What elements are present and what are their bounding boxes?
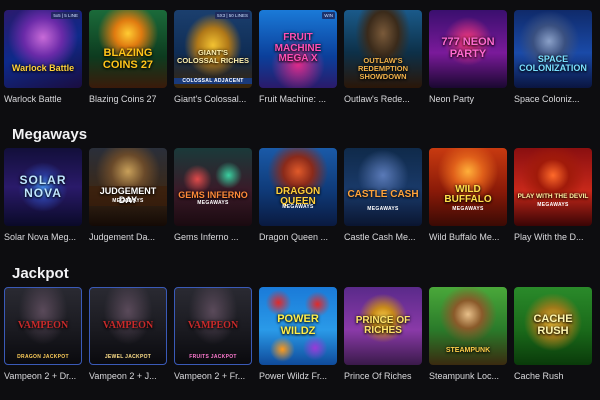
game-subtitle: MEGAWAYS [112,198,144,204]
game-card-giants-colossal-riches[interactable]: 5X3 | 50 LINES GIANT'S COLOSSAL RICHES C… [174,10,252,104]
game-title[interactable]: Prince Of Riches [344,371,422,381]
game-title[interactable]: Neon Party [429,94,507,104]
game-card-dragon-queen[interactable]: DRAGON QUEEN MEGAWAYS Dragon Queen ... [259,148,337,242]
game-subtitle: JEWEL JACKPOT [104,354,152,360]
games-row-jackpot: VAMPEON DRAGON JACKPOT Vampeon 2 + Dr...… [4,287,592,381]
game-thumbnail[interactable]: VAMPEON DRAGON JACKPOT [4,287,82,365]
game-badge: 5X3 | 50 LINES [215,12,250,19]
game-title[interactable]: Outlaw's Rede... [344,94,422,104]
game-card-play-with-the-devil[interactable]: PLAY WITH THE DEVIL MEGAWAYS Play With t… [514,148,592,242]
game-logo: VAMPEON [187,319,239,331]
game-title[interactable]: Warlock Battle [4,94,82,104]
game-title[interactable]: Blazing Coins 27 [89,94,167,104]
game-logo: BLAZING COINS 27 [102,47,154,71]
game-title[interactable]: Fruit Machine: ... [259,94,337,104]
game-title[interactable]: Dragon Queen ... [259,232,337,242]
game-subtitle: MEGAWAYS [197,200,229,206]
game-card-space-colonization[interactable]: SPACE COLONIZATION Space Coloniz... [514,10,592,104]
game-title[interactable]: Space Coloniz... [514,94,592,104]
game-title[interactable]: Vampeon 2 + Dr... [4,371,82,381]
game-thumbnail[interactable]: VAMPEON JEWEL JACKPOT [89,287,167,365]
game-logo: FRUIT MACHINE MEGA X [274,32,322,65]
game-logo: VAMPEON [102,319,154,331]
game-card-steampunk[interactable]: STEAMPUNK Steampunk Loc... [429,287,507,381]
game-logo: GIANT'S COLOSSAL RICHES [177,48,249,65]
game-card-vampeon-dragon[interactable]: VAMPEON DRAGON JACKPOT Vampeon 2 + Dr... [4,287,82,381]
game-title[interactable]: Power Wildz Fr... [259,371,337,381]
game-logo: Warlock Battle [11,63,75,74]
game-logo: 777 NEON PARTY [441,36,495,60]
game-card-castle-cash[interactable]: CASTLE CASH MEGAWAYS Castle Cash Me... [344,148,422,242]
game-title[interactable]: Gems Inferno ... [174,232,252,242]
game-logo: WILD BUFFALO [444,183,492,205]
game-thumbnail[interactable]: CASTLE CASH MEGAWAYS [344,148,422,226]
game-card-gems-inferno[interactable]: GEMS INFERNO MEGAWAYS Gems Inferno ... [174,148,252,242]
game-title[interactable]: Giant's Colossal... [174,94,252,104]
game-thumbnail[interactable]: 5x5 | 5 LINE Warlock Battle [4,10,82,88]
game-title[interactable]: Steampunk Loc... [429,371,507,381]
game-thumbnail[interactable]: STEAMPUNK [429,287,507,365]
game-logo: POWER WILDZ [277,313,319,337]
game-thumbnail[interactable]: SOLAR NOVA [4,148,82,226]
game-thumbnail[interactable]: CACHE RUSH [514,287,592,365]
game-subtitle: MEGAWAYS [452,206,484,212]
game-logo: CACHE RUSH [533,313,573,337]
game-subtitle: MEGAWAYS [537,202,569,208]
game-title[interactable]: Cache Rush [514,371,592,381]
game-logo: PRINCE OF RICHES [355,314,411,336]
game-thumbnail[interactable]: 5X3 | 50 LINES GIANT'S COLOSSAL RICHES C… [174,10,252,88]
game-card-warlock-battle[interactable]: 5x5 | 5 LINE Warlock Battle Warlock Batt… [4,10,82,104]
game-title[interactable]: Vampeon 2 + Fr... [174,371,252,381]
game-thumbnail[interactable]: 777 NEON PARTY [429,10,507,88]
game-card-vampeon-jewel[interactable]: VAMPEON JEWEL JACKPOT Vampeon 2 + J... [89,287,167,381]
game-badge: WIN [322,12,335,19]
game-thumbnail[interactable]: WIN FRUIT MACHINE MEGA X [259,10,337,88]
game-thumbnail[interactable]: BLAZING COINS 27 [89,10,167,88]
game-card-blazing-coins-27[interactable]: BLAZING COINS 27 Blazing Coins 27 [89,10,167,104]
game-thumbnail[interactable]: VAMPEON FRUITS JACKPOT [174,287,252,365]
game-card-fruit-machine[interactable]: WIN FRUIT MACHINE MEGA X Fruit Machine: … [259,10,337,104]
games-row-1: 5x5 | 5 LINE Warlock Battle Warlock Batt… [4,10,592,104]
game-title[interactable]: Play With the D... [514,232,592,242]
game-title[interactable]: Solar Nova Meg... [4,232,82,242]
game-thumbnail[interactable]: GEMS INFERNO MEGAWAYS [174,148,252,226]
game-subtitle: DRAGON JACKPOT [17,354,69,360]
game-badge: 5x5 | 5 LINE [51,12,80,19]
game-thumbnail[interactable]: SPACE COLONIZATION [514,10,592,88]
game-title[interactable]: Wild Buffalo Me... [429,232,507,242]
game-thumbnail[interactable]: OUTLAW'S REDEMPTION SHOWDOWN [344,10,422,88]
game-card-outlaws-redemption[interactable]: OUTLAW'S REDEMPTION SHOWDOWN Outlaw's Re… [344,10,422,104]
game-logo: PLAY WITH THE DEVIL [517,192,589,200]
game-thumbnail[interactable]: PLAY WITH THE DEVIL MEGAWAYS [514,148,592,226]
game-subtitle: MEGAWAYS [367,206,399,212]
game-logo: SPACE COLONIZATION [519,53,587,73]
game-logo: STEAMPUNK [445,347,491,355]
game-subtitle: FRUITS JACKPOT [189,354,237,360]
game-card-power-wildz[interactable]: POWER WILDZ Power Wildz Fr... [259,287,337,381]
game-title[interactable]: Vampeon 2 + J... [89,371,167,381]
game-title[interactable]: Castle Cash Me... [344,232,422,242]
game-thumbnail[interactable]: POWER WILDZ [259,287,337,365]
game-logo: CASTLE CASH [347,188,419,200]
game-thumbnail[interactable]: JUDGEMENT DAY MEGAWAYS [89,148,167,226]
game-card-neon-party[interactable]: 777 NEON PARTY Neon Party [429,10,507,104]
game-card-prince-of-riches[interactable]: PRINCE OF RICHES Prince Of Riches [344,287,422,381]
game-subtitle: MEGAWAYS [282,204,314,210]
game-thumbnail[interactable]: DRAGON QUEEN MEGAWAYS [259,148,337,226]
section-title-jackpot: Jackpot [12,265,69,282]
game-logo: OUTLAW'S REDEMPTION SHOWDOWN [357,56,408,81]
game-subtitle: COLOSSAL ADJACENT [174,78,252,84]
game-card-cache-rush[interactable]: CACHE RUSH Cache Rush [514,287,592,381]
game-title[interactable]: Judgement Da... [89,232,167,242]
game-card-judgement-day[interactable]: JUDGEMENT DAY MEGAWAYS Judgement Da... [89,148,167,242]
game-card-vampeon-fruits[interactable]: VAMPEON FRUITS JACKPOT Vampeon 2 + Fr... [174,287,252,381]
game-thumbnail[interactable]: WILD BUFFALO MEGAWAYS [429,148,507,226]
section-title-megaways: Megaways [12,126,88,143]
games-row-megaways: SOLAR NOVA Solar Nova Meg... JUDGEMENT D… [4,148,592,242]
game-thumbnail[interactable]: PRINCE OF RICHES [344,287,422,365]
game-card-solar-nova[interactable]: SOLAR NOVA Solar Nova Meg... [4,148,82,242]
game-logo: VAMPEON [17,319,69,331]
game-logo: SOLAR NOVA [19,173,67,200]
game-card-wild-buffalo[interactable]: WILD BUFFALO MEGAWAYS Wild Buffalo Me... [429,148,507,242]
